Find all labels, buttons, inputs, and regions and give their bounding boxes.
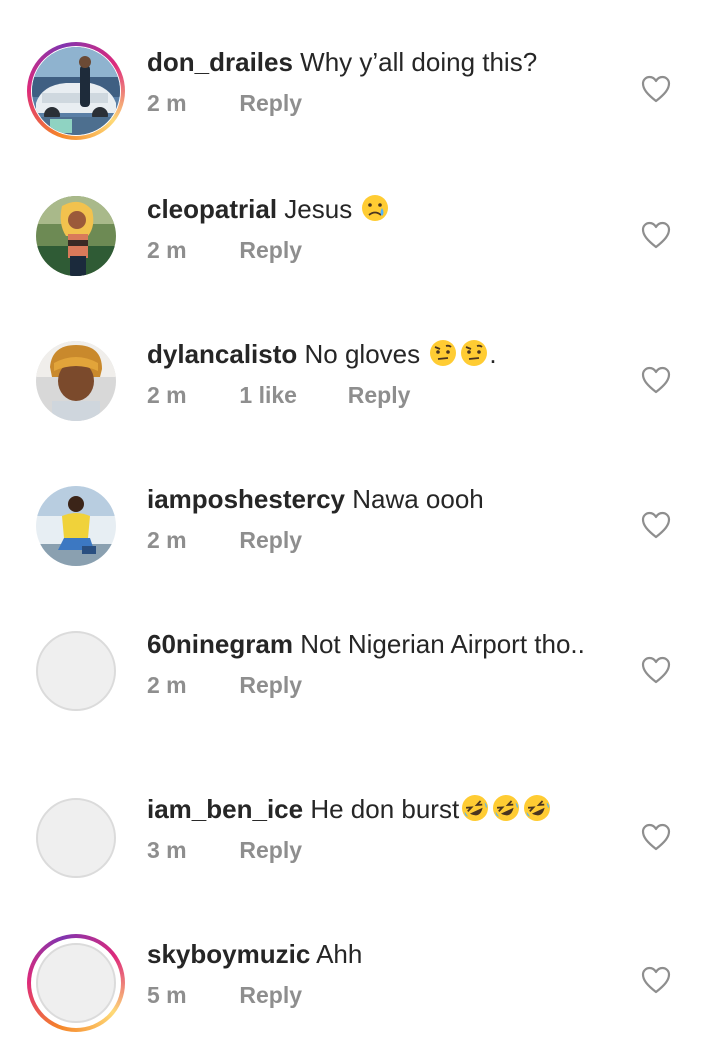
comment-time: 5 m [147, 982, 187, 1008]
comment-username[interactable]: iamposhestercy [147, 484, 345, 514]
comment-text: dylancalisto No gloves . [147, 338, 607, 371]
comment-username[interactable]: dylancalisto [147, 339, 297, 369]
comment-text: don_drailes Why y’all doing this? [147, 46, 607, 79]
reply-button[interactable]: Reply [239, 526, 302, 554]
avatar-photo [36, 486, 116, 566]
reply-button[interactable]: Reply [239, 671, 302, 699]
comment-item: cleopatrial Jesus 2 m Reply [0, 193, 720, 286]
avatar[interactable] [36, 943, 116, 1023]
like-heart-icon[interactable] [641, 221, 671, 249]
comment-meta: 5 m Reply [147, 981, 607, 1009]
rofl-emoji-icon [460, 793, 490, 823]
story-ring[interactable] [27, 934, 125, 1032]
like-heart-icon[interactable] [641, 75, 671, 103]
comment-meta: 2 m Reply [147, 671, 587, 699]
comment-body: No gloves [304, 339, 421, 369]
avatar[interactable] [36, 196, 116, 276]
story-ring[interactable] [27, 42, 125, 140]
comment-item: skyboymuzic Ahh 5 m Reply [0, 934, 720, 1034]
avatar[interactable] [36, 341, 116, 421]
comment-body: He don burst [310, 794, 460, 824]
comment-meta: 2 m Reply [147, 236, 607, 264]
comment-username[interactable]: 60ninegram [147, 629, 293, 659]
comment-time: 2 m [147, 382, 187, 408]
avatar-photo [36, 341, 116, 421]
comment-text: iam_ben_ice He don burst [147, 793, 607, 826]
comment-meta: 2 m Reply [147, 89, 607, 117]
avatar[interactable] [36, 486, 116, 566]
avatar-photo [36, 196, 116, 276]
comment-likes-count[interactable]: 1 like [239, 381, 341, 409]
comment-item: dylancalisto No gloves . 2 m 1 like Repl… [0, 338, 720, 431]
comment-body: Nawa oooh [352, 484, 484, 514]
reply-button[interactable]: Reply [239, 89, 302, 117]
avatar[interactable] [36, 798, 116, 878]
reply-button[interactable]: Reply [348, 381, 411, 409]
comment-trailing-text: . [489, 339, 497, 369]
comment-text: 60ninegram Not Nigerian Airport tho.. [147, 628, 587, 661]
raised-eyebrow-emoji-icon [428, 338, 458, 368]
comment-item: 60ninegram Not Nigerian Airport tho.. 2 … [0, 628, 720, 741]
like-heart-icon[interactable] [641, 823, 671, 851]
comment-text: skyboymuzic Ahh [147, 938, 607, 971]
comment-item: iamposhestercy Nawa oooh 2 m Reply [0, 483, 720, 576]
comment-username[interactable]: iam_ben_ice [147, 794, 303, 824]
comment-time: 2 m [147, 90, 187, 116]
comment-meta: 3 m Reply [147, 836, 607, 864]
comment-body: Not Nigerian Airport tho.. [300, 629, 585, 659]
comment-body: Jesus [284, 194, 353, 224]
avatar[interactable] [36, 631, 116, 711]
comment-time: 2 m [147, 672, 187, 698]
avatar-photo [32, 47, 120, 135]
comment-body: Why y’all doing this? [300, 47, 538, 77]
comment-meta: 2 m Reply [147, 526, 607, 554]
comments-list: don_drailes Why y’all doing this? 2 m Re… [0, 0, 720, 1039]
comment-item: iam_ben_ice He don burst 3 m Reply [0, 794, 720, 888]
crying-face-emoji-icon [360, 193, 390, 223]
comment-username[interactable]: don_drailes [147, 47, 293, 77]
like-heart-icon[interactable] [641, 656, 671, 684]
avatar[interactable] [32, 47, 120, 135]
comment-time: 2 m [147, 527, 187, 553]
comment-body: Ahh [316, 939, 363, 969]
rofl-emoji-icon [522, 793, 552, 823]
comment-username[interactable]: skyboymuzic [147, 939, 310, 969]
comment-time: 2 m [147, 237, 187, 263]
comment-item: don_drailes Why y’all doing this? 2 m Re… [0, 42, 720, 152]
like-heart-icon[interactable] [641, 966, 671, 994]
comment-time: 3 m [147, 837, 187, 863]
rofl-emoji-icon [491, 793, 521, 823]
like-heart-icon[interactable] [641, 366, 671, 394]
reply-button[interactable]: Reply [239, 981, 302, 1009]
comment-text: iamposhestercy Nawa oooh [147, 483, 607, 516]
raised-eyebrow-emoji-icon [459, 338, 489, 368]
like-heart-icon[interactable] [641, 511, 671, 539]
reply-button[interactable]: Reply [239, 836, 302, 864]
reply-button[interactable]: Reply [239, 236, 302, 264]
comment-text: cleopatrial Jesus [147, 193, 607, 226]
comment-username[interactable]: cleopatrial [147, 194, 277, 224]
comment-meta: 2 m 1 like Reply [147, 381, 607, 409]
